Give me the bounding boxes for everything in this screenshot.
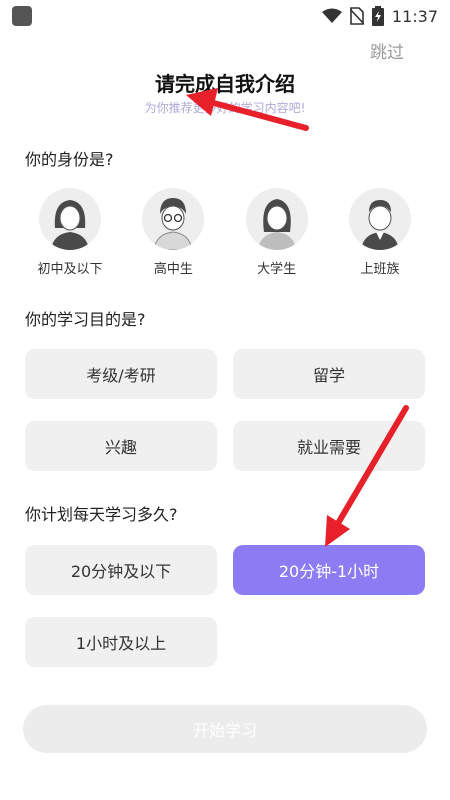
identity-options: 初中及以下 高中生 大学生 上班族 (20, 188, 430, 277)
purpose-option-study-abroad[interactable]: 留学 (233, 349, 425, 399)
identity-option-college[interactable]: 大学生 (227, 188, 327, 277)
man-suit-icon (348, 188, 411, 250)
annotation-arrows (186, 88, 409, 547)
page-subtitle: 为你推荐更多好的学习内容吧! (144, 101, 306, 115)
girl-long-hair-icon (39, 188, 101, 250)
time-question: 你计划每天学习多久? (25, 505, 178, 524)
identity-label: 高中生 (153, 262, 193, 277)
identity-label: 大学生 (257, 262, 297, 277)
identity-label: 上班族 (360, 262, 400, 277)
status-bar: 11:37 (0, 0, 450, 30)
girl-ponytail-icon (245, 188, 308, 250)
battery-charging-icon (371, 6, 384, 26)
skip-button[interactable]: 跳过 (370, 38, 404, 63)
boy-glasses-icon (142, 188, 205, 250)
time-option-over-1hour[interactable]: 1小时及以上 (25, 617, 217, 667)
page-title: 请完成自我介绍 (155, 72, 295, 96)
purpose-option-interest[interactable]: 兴趣 (25, 421, 217, 471)
purpose-option-exam[interactable]: 考级/考研 (25, 349, 217, 399)
start-learning-button[interactable]: 开始学习 (23, 705, 427, 753)
identity-label: 初中及以下 (37, 262, 103, 277)
time-option-under-20min[interactable]: 20分钟及以下 (25, 545, 217, 595)
purpose-option-employment[interactable]: 就业需要 (233, 421, 425, 471)
no-sim-icon (349, 7, 364, 25)
identity-option-high-school[interactable]: 高中生 (123, 188, 223, 277)
status-time: 11:37 (391, 6, 438, 26)
status-icons: 11:37 (321, 6, 438, 26)
identity-option-junior[interactable]: 初中及以下 (20, 188, 120, 277)
time-option-20min-1hour[interactable]: 20分钟-1小时 (233, 545, 425, 595)
identity-question: 你的身份是? (25, 150, 114, 169)
purpose-question: 你的学习目的是? (25, 310, 146, 329)
identity-option-office-worker[interactable]: 上班族 (330, 188, 430, 277)
app-notification-icon (12, 6, 32, 26)
wifi-icon (321, 8, 342, 23)
